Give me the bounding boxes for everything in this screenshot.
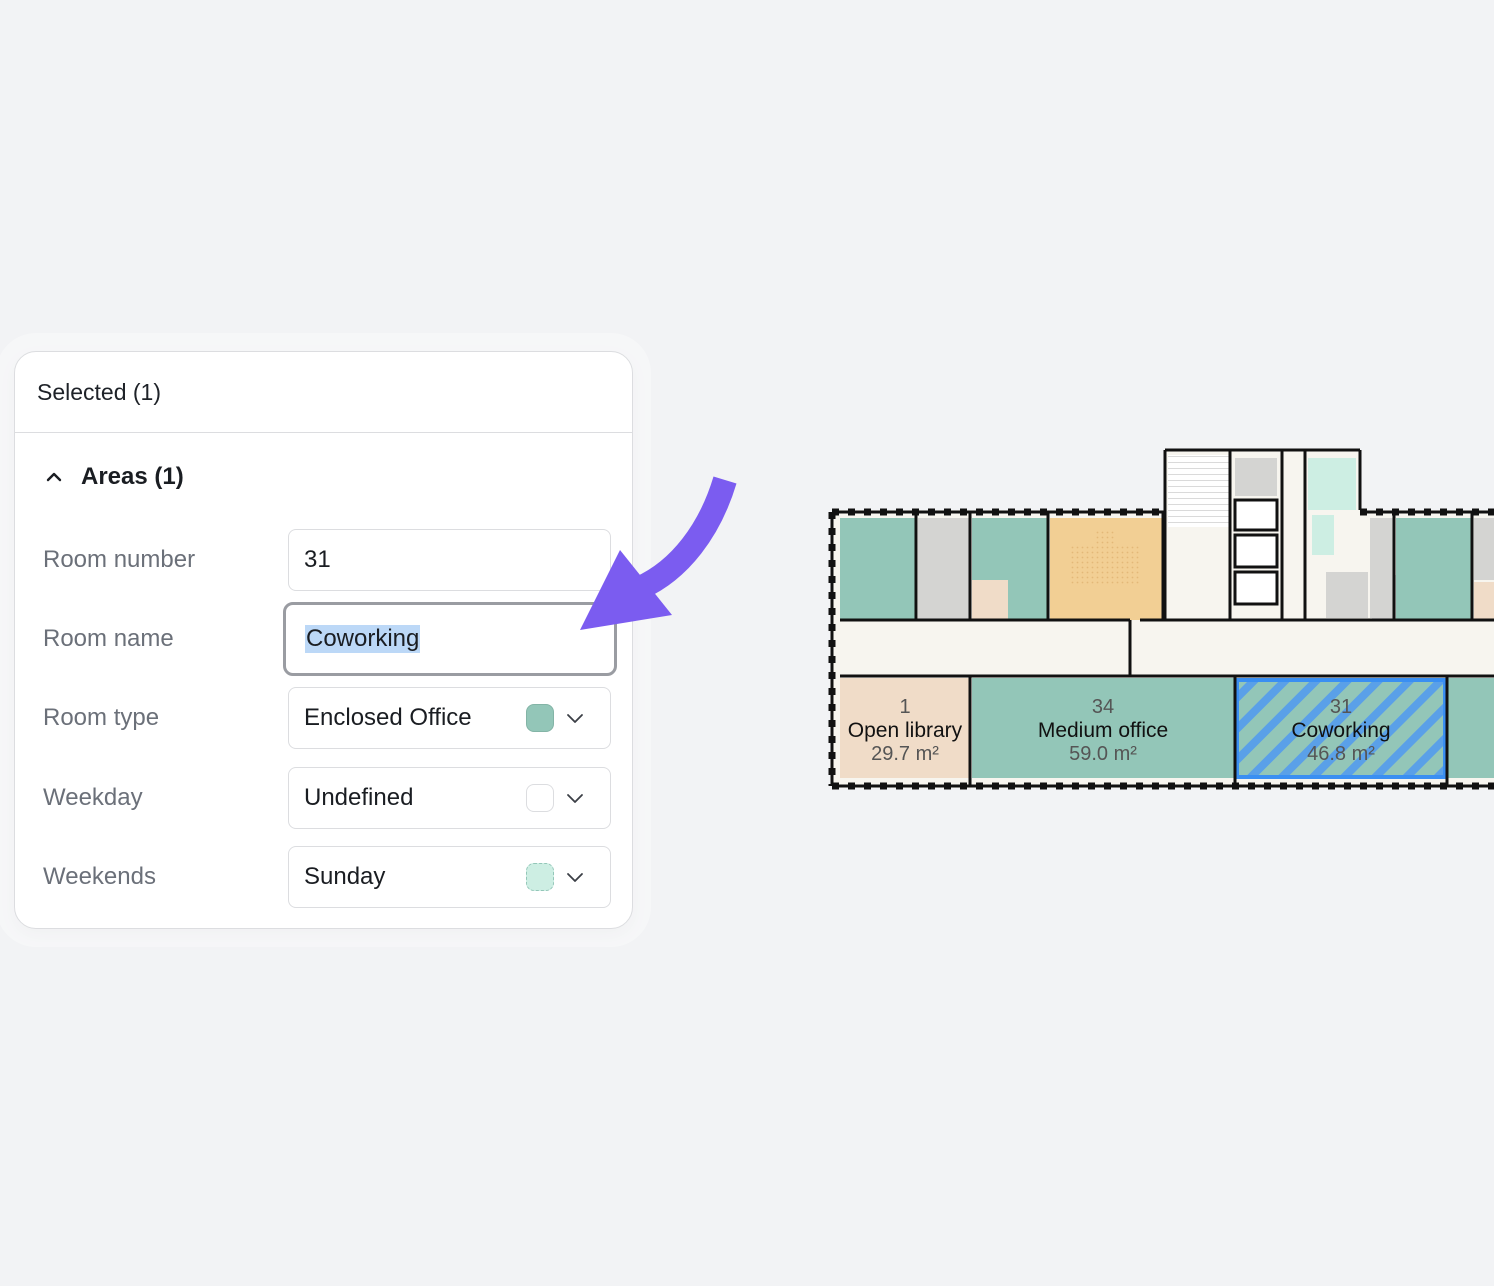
chevron-down-icon xyxy=(567,873,583,882)
weekends-value: Sunday xyxy=(304,863,386,890)
chevron-down-icon xyxy=(567,794,583,803)
room-name-label: Coworking xyxy=(1291,719,1390,742)
room-number-label: Room number xyxy=(43,546,196,573)
room-number-value: 31 xyxy=(304,546,331,573)
room-upper-7[interactable] xyxy=(1396,518,1472,620)
room-lower-4[interactable] xyxy=(1447,678,1494,778)
room-wc-1[interactable] xyxy=(1308,458,1356,510)
section-title: Areas (1) xyxy=(81,463,184,490)
room-name-value: Coworking xyxy=(305,625,421,653)
stairs-icon xyxy=(1168,455,1230,527)
weekday-row: Weekday Undefined xyxy=(15,766,632,830)
pointer-arrow-icon xyxy=(580,476,737,630)
room-core-1[interactable] xyxy=(1235,458,1277,496)
room-upper-8[interactable] xyxy=(1474,518,1494,580)
room-number-row: Room number 31 xyxy=(15,528,632,592)
room-upper-2[interactable] xyxy=(918,518,970,620)
chevron-down-icon xyxy=(567,714,583,723)
room-core-5[interactable] xyxy=(1326,572,1368,618)
panel-title: Selected (1) xyxy=(15,352,632,433)
room-area-label: 29.7 m² xyxy=(871,743,939,765)
selection-panel: Selected (1) Areas (1) Room number 31 Ro… xyxy=(14,351,633,929)
weekday-value: Undefined xyxy=(304,784,414,811)
room-core-2[interactable] xyxy=(1233,498,1279,532)
room-type-row: Room type Enclosed Office xyxy=(15,686,632,750)
room-number-label: 34 xyxy=(1092,696,1114,718)
room-name-label: Room name xyxy=(43,625,174,652)
weekday-label: Weekday xyxy=(43,784,143,811)
room-upper-3b[interactable] xyxy=(972,580,1008,620)
room-upper-1[interactable] xyxy=(840,518,916,620)
weekends-row: Weekends Sunday xyxy=(15,845,632,909)
room-type-select[interactable]: Enclosed Office xyxy=(288,687,611,749)
areas-section-toggle[interactable]: Areas (1) xyxy=(15,433,632,521)
room-core-3[interactable] xyxy=(1233,533,1279,569)
room-type-color-swatch xyxy=(526,704,554,732)
room-name-label: Open library xyxy=(848,719,963,742)
room-number-label: 1 xyxy=(899,696,910,718)
room-name-label: Medium office xyxy=(1038,719,1168,742)
weekends-select[interactable]: Sunday xyxy=(288,846,611,908)
room-type-value: Enclosed Office xyxy=(304,704,472,731)
weekends-color-swatch xyxy=(526,863,554,891)
weekday-select[interactable]: Undefined xyxy=(288,767,611,829)
room-number-label: 31 xyxy=(1330,696,1352,718)
room-name-row: Room name Coworking xyxy=(15,602,632,676)
room-type-label: Room type xyxy=(43,704,160,731)
room-wc-2[interactable] xyxy=(1312,515,1334,555)
weekends-label: Weekends xyxy=(43,863,156,890)
room-core-4[interactable] xyxy=(1233,570,1279,606)
floor-plan[interactable]: 1 Open library 29.7 m² 34 Medium office … xyxy=(822,440,1494,800)
room-upper-9[interactable] xyxy=(1474,582,1494,620)
chevron-up-icon xyxy=(46,472,62,482)
room-area-label: 59.0 m² xyxy=(1069,743,1137,765)
weekday-color-swatch xyxy=(526,784,554,812)
room-area-label: 46.8 m² xyxy=(1307,743,1375,765)
